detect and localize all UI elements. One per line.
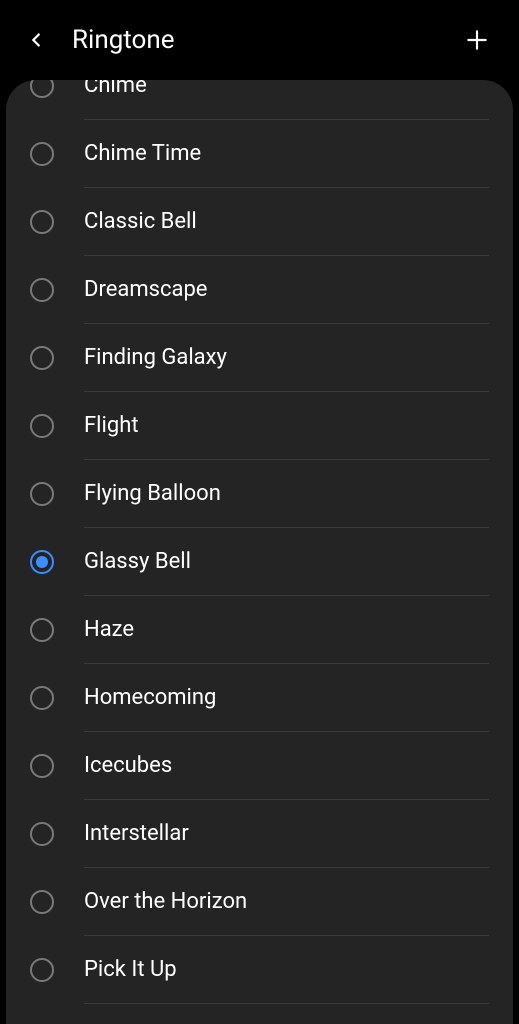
ringtone-label: Over the Horizon — [84, 889, 247, 914]
radio-button[interactable] — [30, 822, 54, 846]
radio-button[interactable] — [30, 414, 54, 438]
radio-button[interactable] — [30, 278, 54, 302]
ringtone-item[interactable]: Pulse — [6, 1004, 513, 1024]
chevron-left-icon — [25, 29, 47, 51]
ringtone-item-content: Finding Galaxy — [84, 324, 489, 392]
radio-button[interactable] — [30, 890, 54, 914]
ringtone-item-content: Flying Balloon — [84, 460, 489, 528]
ringtone-label: Flight — [84, 413, 139, 438]
ringtone-item[interactable]: Glassy Bell — [6, 528, 513, 596]
ringtone-label: Finding Galaxy — [84, 345, 227, 370]
radio-button[interactable] — [30, 346, 54, 370]
radio-button[interactable] — [30, 142, 54, 166]
ringtone-item[interactable]: Over the Horizon — [6, 868, 513, 936]
ringtone-item[interactable]: Classic Bell — [6, 188, 513, 256]
ringtone-item-content: Dreamscape — [84, 256, 489, 324]
ringtone-item-content: Flight — [84, 392, 489, 460]
page-title: Ringtone — [72, 25, 459, 55]
ringtone-item[interactable]: Dreamscape — [6, 256, 513, 324]
header: Ringtone — [0, 0, 519, 80]
radio-button[interactable] — [30, 550, 54, 574]
ringtone-item[interactable]: Homecoming — [6, 664, 513, 732]
ringtone-item-content: Over the Horizon — [84, 868, 489, 936]
ringtone-label: Homecoming — [84, 685, 216, 710]
radio-button[interactable] — [30, 80, 54, 98]
radio-button[interactable] — [30, 958, 54, 982]
ringtone-item[interactable]: Flying Balloon — [6, 460, 513, 528]
ringtone-label: Chime Time — [84, 141, 201, 166]
ringtone-label: Haze — [84, 617, 134, 642]
ringtone-item[interactable]: Chime — [6, 80, 513, 120]
ringtone-label: Classic Bell — [84, 209, 197, 234]
back-button[interactable] — [18, 22, 54, 58]
ringtone-label: Flying Balloon — [84, 481, 221, 506]
ringtone-item-content: Chime Time — [84, 120, 489, 188]
ringtone-item-content: Pick It Up — [84, 936, 489, 1004]
radio-button[interactable] — [30, 754, 54, 778]
ringtone-item-content: Haze — [84, 596, 489, 664]
ringtone-item-content: Classic Bell — [84, 188, 489, 256]
ringtone-item-content: Homecoming — [84, 664, 489, 732]
ringtone-label: Dreamscape — [84, 277, 207, 302]
ringtone-list: Chime Chime Time Classic Bell Dreamscape Fin… — [6, 80, 513, 1024]
ringtone-item-content: Glassy Bell — [84, 528, 489, 596]
ringtone-item[interactable]: Pick It Up — [6, 936, 513, 1004]
ringtone-item[interactable]: Chime Time — [6, 120, 513, 188]
ringtone-item-content: Chime — [84, 80, 489, 120]
ringtone-item[interactable]: Interstellar — [6, 800, 513, 868]
ringtone-item[interactable]: Finding Galaxy — [6, 324, 513, 392]
ringtone-item-content: Interstellar — [84, 800, 489, 868]
radio-button[interactable] — [30, 482, 54, 506]
radio-button[interactable] — [30, 686, 54, 710]
ringtone-item-content: Icecubes — [84, 732, 489, 800]
ringtone-label: Pick It Up — [84, 957, 177, 982]
radio-button[interactable] — [30, 618, 54, 642]
ringtone-label: Icecubes — [84, 753, 172, 778]
radio-button[interactable] — [30, 210, 54, 234]
ringtone-label: Interstellar — [84, 821, 189, 846]
ringtone-label: Chime — [84, 80, 147, 98]
ringtone-label: Glassy Bell — [84, 549, 191, 574]
ringtone-panel: Chime Chime Time Classic Bell Dreamscape Fin… — [6, 80, 513, 1024]
ringtone-item[interactable]: Flight — [6, 392, 513, 460]
plus-icon — [464, 27, 490, 53]
ringtone-item[interactable]: Icecubes — [6, 732, 513, 800]
add-button[interactable] — [459, 22, 495, 58]
ringtone-item-content: Pulse — [84, 1004, 489, 1024]
ringtone-item[interactable]: Haze — [6, 596, 513, 664]
